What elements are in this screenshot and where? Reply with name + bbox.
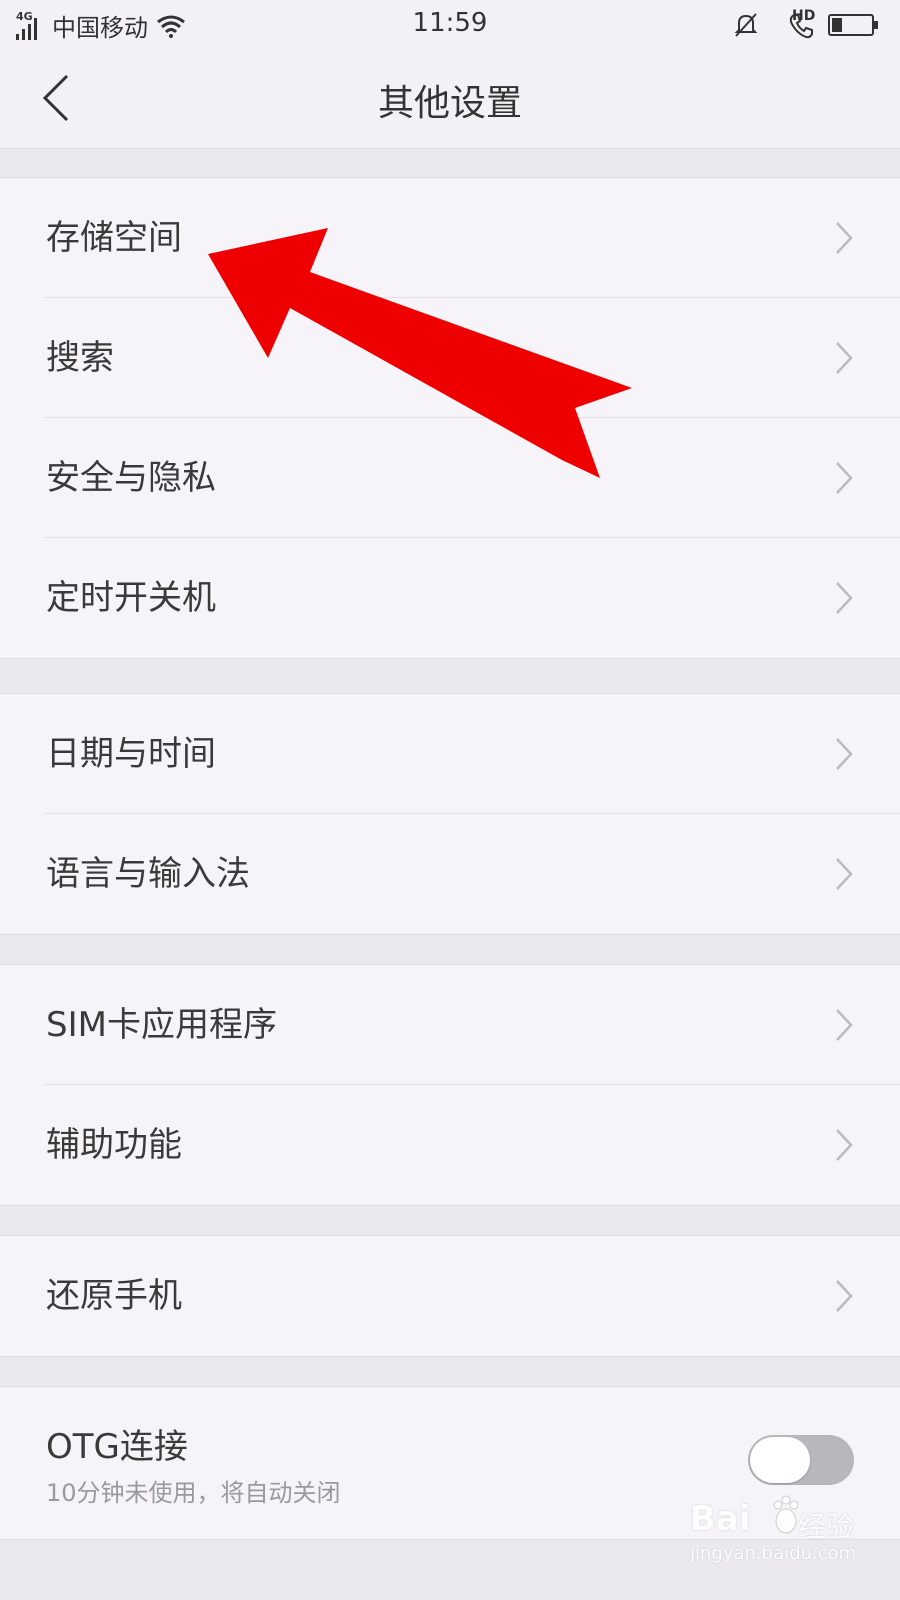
baidu-watermark: Bai 经验 jingyan.baidu.com: [690, 1495, 870, 1575]
otg-toggle[interactable]: [748, 1435, 854, 1485]
hd-label: HD: [792, 8, 816, 24]
battery-icon: [828, 14, 878, 36]
settings-group-3: SIM卡应用程序 辅助功能: [0, 964, 900, 1206]
chevron-right-icon: [836, 342, 853, 374]
status-bar: 4G 中国移动 11:59 HD: [0, 0, 900, 50]
row-label: 安全与隐私: [46, 458, 216, 498]
settings-group-4: 还原手机: [0, 1235, 900, 1357]
chevron-right-icon: [836, 462, 853, 494]
watermark-brand: Bai: [690, 1499, 751, 1539]
page-title: 其他设置: [377, 83, 522, 124]
row-reset-phone[interactable]: 还原手机: [0, 1236, 900, 1356]
row-label: 日期与时间: [46, 734, 216, 774]
row-label: 定时开关机: [46, 578, 216, 618]
row-search[interactable]: 搜索: [0, 298, 900, 418]
row-label: 语言与输入法: [46, 854, 250, 894]
chevron-right-icon: [836, 582, 853, 614]
chevron-right-icon: [836, 1009, 853, 1041]
row-label: 辅助功能: [46, 1125, 182, 1165]
hd-call-icon: HD: [774, 8, 816, 40]
row-label: SIM卡应用程序: [46, 1005, 277, 1045]
watermark-cn: 经验: [798, 1510, 855, 1543]
row-scheduled-power[interactable]: 定时开关机: [0, 538, 900, 658]
otg-subtitle: 10分钟未使用，将自动关闭: [46, 1479, 341, 1507]
paw-icon: [773, 1495, 798, 1534]
row-label: 搜索: [46, 338, 114, 378]
chevron-right-icon: [836, 1280, 853, 1312]
watermark-url: jingyan.baidu.com: [690, 1543, 857, 1564]
toggle-knob: [750, 1437, 810, 1483]
row-date-time[interactable]: 日期与时间: [0, 694, 900, 814]
otg-title: OTG连接: [46, 1427, 188, 1467]
settings-group-2: 日期与时间 语言与输入法: [0, 693, 900, 935]
status-right: HD: [718, 8, 880, 40]
chevron-right-icon: [836, 738, 853, 770]
row-label: 还原手机: [46, 1276, 182, 1316]
row-storage[interactable]: 存储空间: [0, 178, 900, 298]
header: 其他设置: [0, 50, 900, 149]
row-label: 存储空间: [46, 218, 182, 258]
bell-muted-icon: [734, 13, 758, 37]
row-language-input[interactable]: 语言与输入法: [0, 814, 900, 934]
settings-group-1: 存储空间 搜索 安全与隐私 定时开关机: [0, 177, 900, 659]
row-sim-apps[interactable]: SIM卡应用程序: [0, 965, 900, 1085]
row-security-privacy[interactable]: 安全与隐私: [0, 418, 900, 538]
chevron-right-icon: [836, 858, 853, 890]
chevron-right-icon: [836, 1129, 853, 1161]
chevron-right-icon: [836, 222, 853, 254]
row-accessibility[interactable]: 辅助功能: [0, 1085, 900, 1205]
